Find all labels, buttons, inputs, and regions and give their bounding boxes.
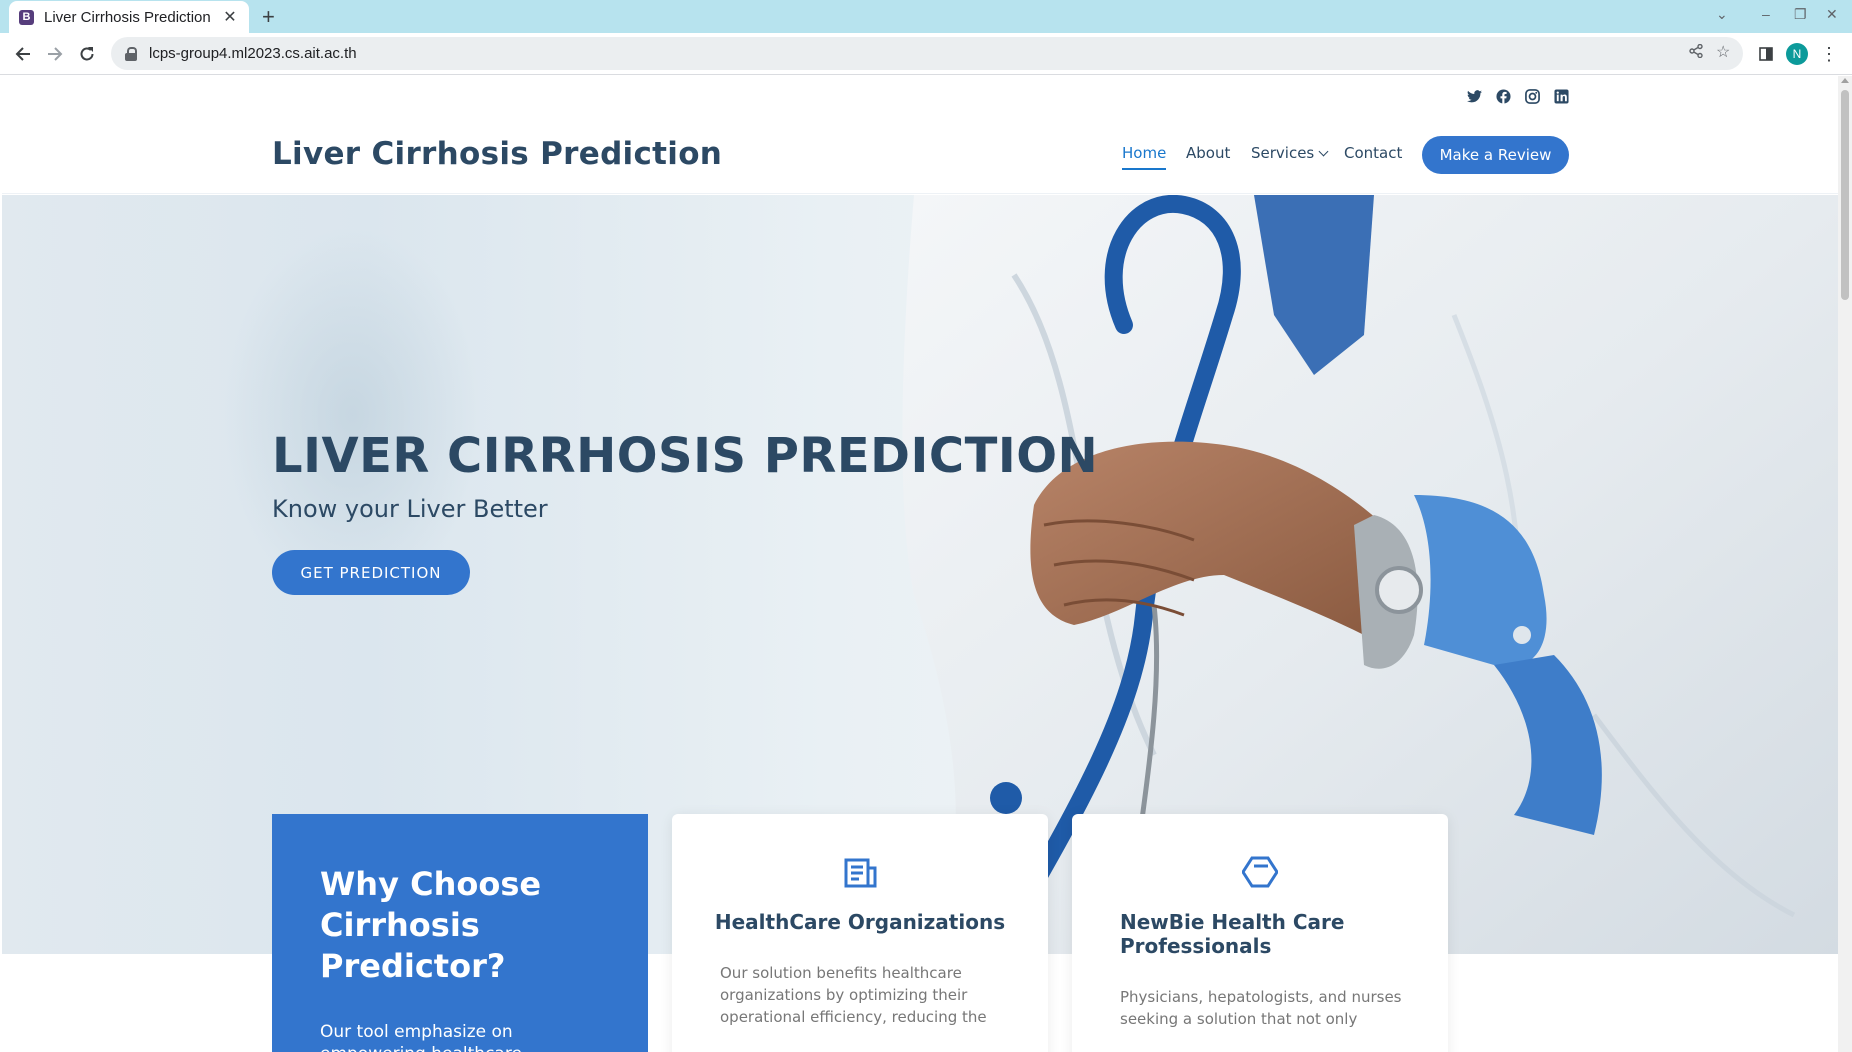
get-prediction-button[interactable]: GET PREDICTION <box>272 550 470 595</box>
tab-close-icon[interactable]: ✕ <box>221 7 239 27</box>
twitter-icon[interactable] <box>1466 88 1482 104</box>
nav-contact[interactable]: Contact <box>1344 144 1402 162</box>
scrollbar-thumb[interactable] <box>1841 90 1849 300</box>
hero-title: LIVER CIRRHOSIS PREDICTION <box>272 428 1099 484</box>
tab-search-chevron-icon[interactable]: ⌄ <box>1716 6 1728 23</box>
instagram-icon[interactable] <box>1524 88 1540 104</box>
nav-home[interactable]: Home <box>1122 144 1167 170</box>
document-icon <box>842 854 878 890</box>
hexagon-icon <box>1241 854 1279 890</box>
forward-arrow-icon[interactable] <box>42 41 68 67</box>
chevron-down-icon <box>1318 146 1329 157</box>
nav-services[interactable]: Services <box>1251 144 1329 162</box>
url-text: lcps-group4.ml2023.cs.ait.ac.th <box>149 45 357 62</box>
site-header: Liver Cirrhosis Prediction Home About Se… <box>2 116 1838 194</box>
profile-avatar[interactable]: N <box>1786 43 1808 65</box>
site-logo[interactable]: Liver Cirrhosis Prediction <box>272 136 722 172</box>
address-bar[interactable]: lcps-group4.ml2023.cs.ait.ac.th ☆ <box>111 37 1743 70</box>
hero-subtitle: Know your Liver Better <box>272 495 548 523</box>
social-topbar <box>2 76 1838 116</box>
make-review-button[interactable]: Make a Review <box>1422 136 1569 174</box>
bootstrap-favicon-icon: B <box>19 9 34 25</box>
back-arrow-icon[interactable] <box>10 41 36 67</box>
window-close-icon[interactable]: ✕ <box>1826 6 1838 23</box>
minimize-icon[interactable]: – <box>1762 6 1770 22</box>
linkedin-icon[interactable] <box>1553 88 1569 104</box>
why-choose-card: Why Choose Cirrhosis Predictor? Our tool… <box>272 814 648 1052</box>
card-text: Physicians, hepatologists, and nurses se… <box>1120 988 1402 1028</box>
page-viewport: Liver Cirrhosis Prediction Home About Se… <box>2 76 1838 1052</box>
tab-title: Liver Cirrhosis Prediction <box>44 8 211 26</box>
facebook-icon[interactable] <box>1495 88 1511 104</box>
card-text: Our solution benefits healthcare organiz… <box>720 964 987 1026</box>
browser-tab[interactable]: B Liver Cirrhosis Prediction ✕ <box>9 1 249 33</box>
hero-background-blur <box>222 225 482 605</box>
browser-toolbar: lcps-group4.ml2023.cs.ait.ac.th ☆ N ⋮ <box>0 33 1852 75</box>
new-tab-icon[interactable]: + <box>262 4 275 30</box>
page-scrollbar[interactable] <box>1838 76 1852 1052</box>
card-title: HealthCare Organizations <box>714 910 1006 934</box>
scroll-up-arrow-icon[interactable] <box>1841 78 1849 83</box>
share-icon[interactable] <box>1689 43 1703 63</box>
restore-icon[interactable]: ❐ <box>1794 6 1807 23</box>
menu-kebab-icon[interactable]: ⋮ <box>1816 41 1842 67</box>
lock-icon <box>125 46 137 61</box>
newbie-professionals-card: NewBie Health Care Professionals Physici… <box>1072 814 1448 1052</box>
bookmark-star-icon[interactable]: ☆ <box>1716 42 1730 62</box>
healthcare-organizations-card: HealthCare Organizations Our solution be… <box>672 814 1048 1052</box>
card-title: NewBie Health Care Professionals <box>1120 910 1345 958</box>
why-choose-text: Our tool emphasize on empowering healthc… <box>320 1022 522 1052</box>
nav-about[interactable]: About <box>1186 144 1230 162</box>
nav-services-label: Services <box>1251 144 1315 162</box>
browser-tabstrip: B Liver Cirrhosis Prediction ✕ + ⌄ – ❐ ✕ <box>0 0 1852 33</box>
reload-icon[interactable] <box>74 41 100 67</box>
side-panel-icon[interactable] <box>1753 41 1779 67</box>
why-choose-title: Why Choose Cirrhosis Predictor? <box>320 865 542 985</box>
